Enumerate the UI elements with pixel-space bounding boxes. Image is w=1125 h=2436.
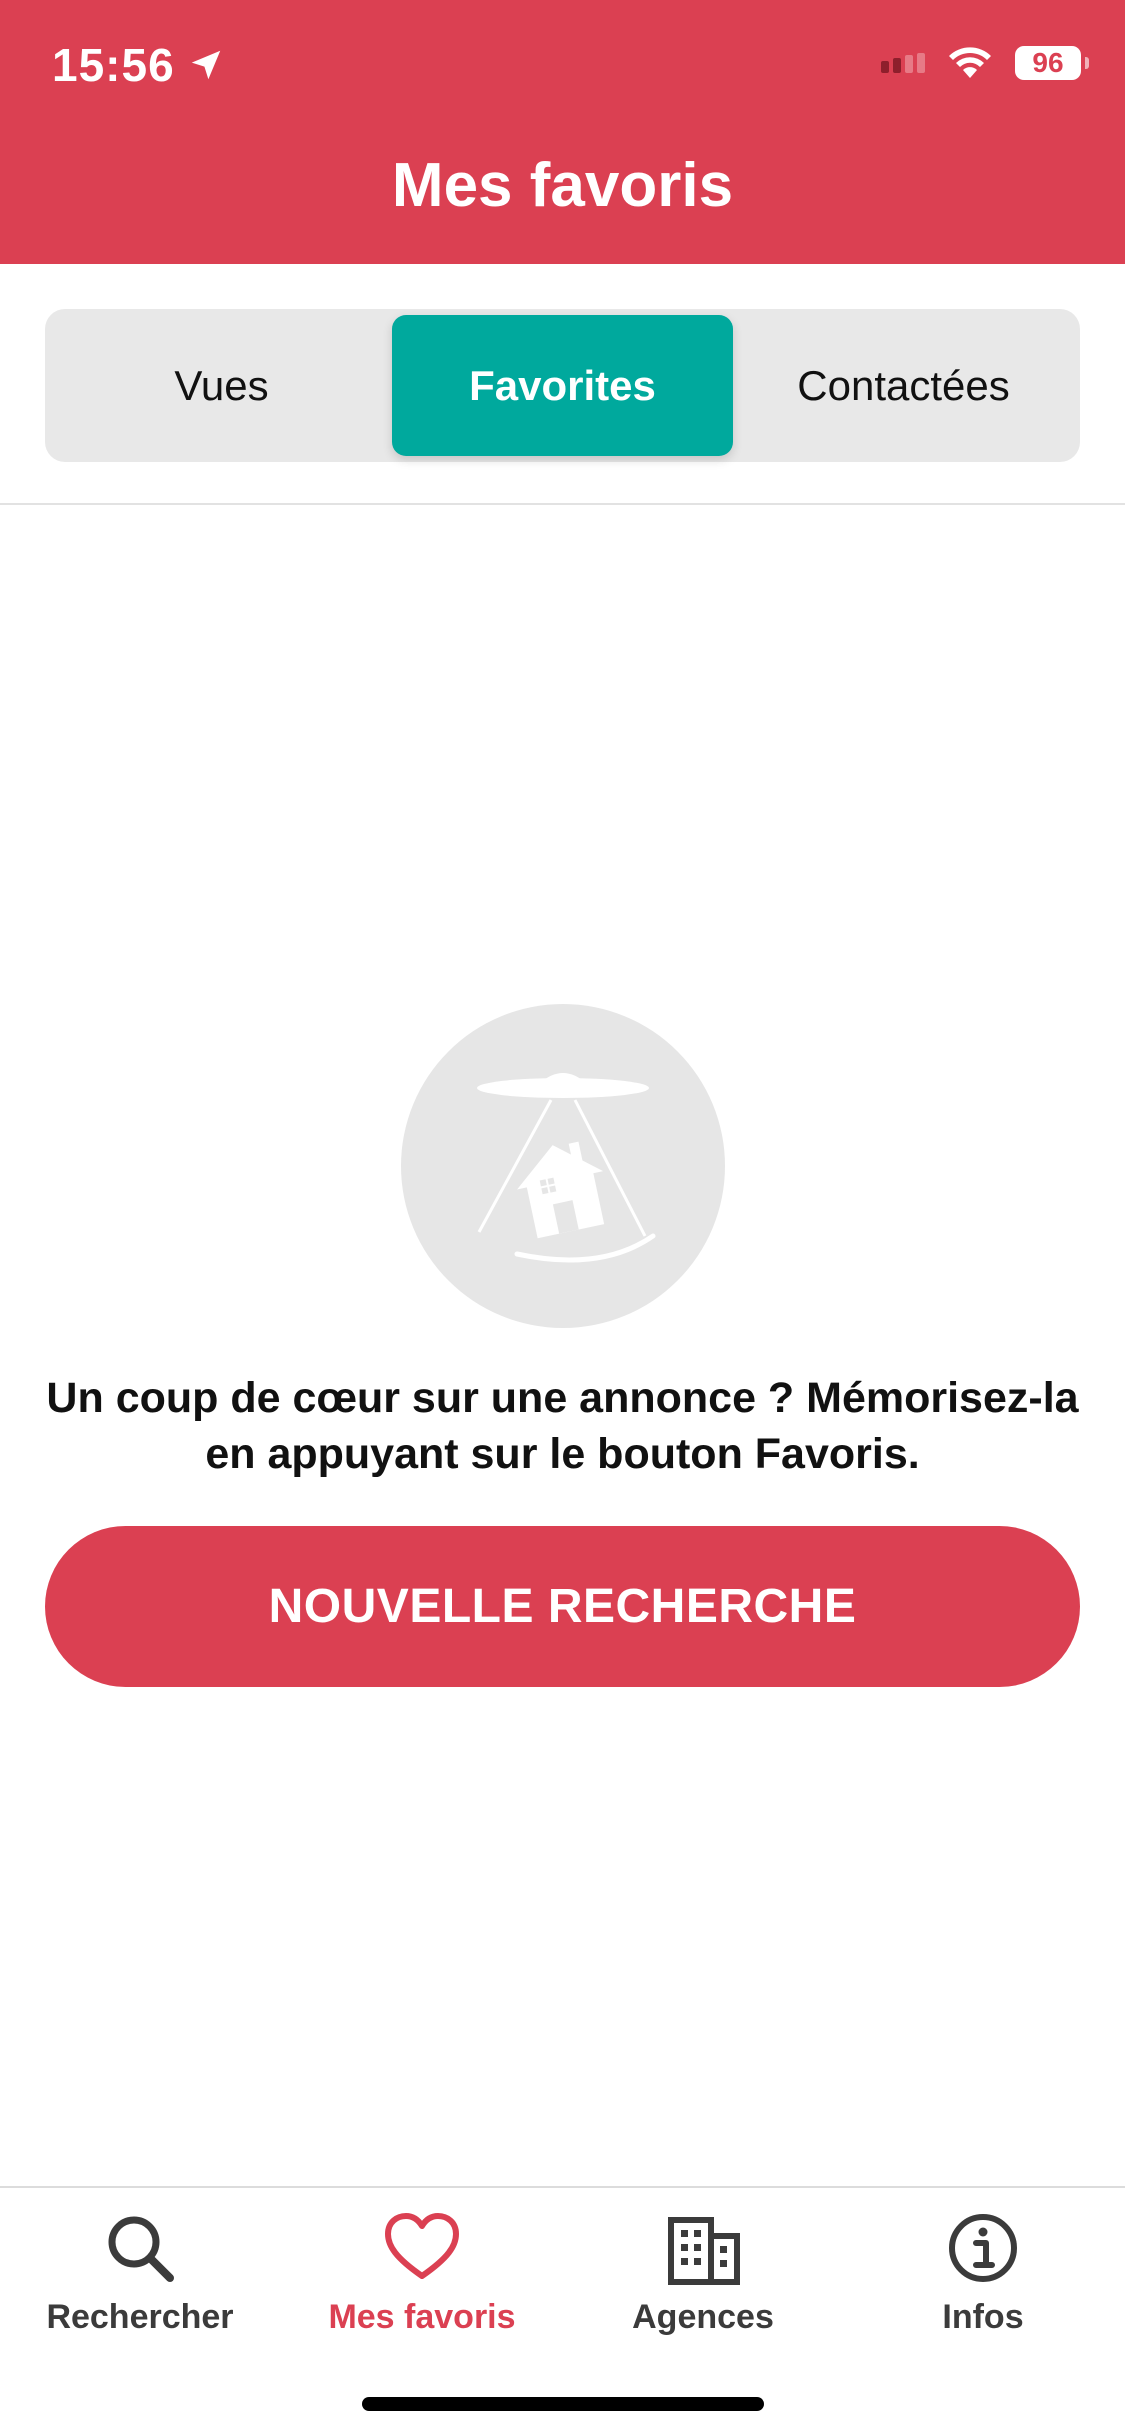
battery-level: 96 [1032, 47, 1064, 78]
section-divider [0, 503, 1125, 505]
search-icon [108, 2216, 174, 2282]
wifi-icon [949, 47, 991, 78]
favorites-screen: 15:56 96 Mes favoris Vues Favorites Cont… [0, 0, 1125, 2436]
tabbar-item-agences[interactable]: Agences [563, 2208, 843, 2358]
status-time-text: 15:56 [52, 39, 175, 91]
tabbar-item-mes-favoris[interactable]: Mes favoris [282, 2208, 562, 2358]
page-title: Mes favoris [391, 151, 734, 220]
status-indicators: 96 [881, 46, 1089, 80]
tab-vues-label: Vues [174, 361, 269, 409]
tab-vues[interactable]: Vues [51, 315, 392, 456]
tab-favorites[interactable]: Favorites [392, 315, 733, 456]
favorites-segmented-control: Vues Favorites Contactées [45, 309, 1080, 462]
tabbar-label-infos: Infos [942, 2298, 1024, 2336]
building-icon [668, 2217, 740, 2285]
tab-contactees[interactable]: Contactées [733, 315, 1074, 456]
cellular-signal-icon [881, 53, 925, 73]
tabbar-label-rechercher: Rechercher [46, 2298, 234, 2336]
tab-contactees-label: Contactées [797, 361, 1010, 409]
tabbar-item-rechercher[interactable]: Rechercher [0, 2208, 280, 2358]
tabbar-label-agences: Agences [632, 2298, 774, 2336]
battery-icon: 96 [1015, 46, 1089, 80]
info-icon [949, 2214, 1017, 2282]
home-indicator [362, 2397, 764, 2411]
new-search-button-label: NOUVELLE RECHERCHE [268, 1580, 857, 1633]
heart-icon [385, 2213, 459, 2279]
app-header: 15:56 96 Mes favoris [0, 0, 1125, 264]
tabbar-label-mes-favoris: Mes favoris [328, 2298, 516, 2336]
ufo-abducting-house-icon [401, 1004, 725, 1328]
new-search-button[interactable]: NOUVELLE RECHERCHE [45, 1526, 1080, 1687]
empty-state-message: Un coup de cœur sur une annonce ? Mémori… [46, 1374, 1079, 1478]
tabbar-item-infos[interactable]: Infos [843, 2208, 1123, 2358]
status-time: 15:56 [52, 38, 225, 92]
tab-favorites-label: Favorites [469, 361, 656, 409]
location-arrow-icon [191, 50, 220, 80]
